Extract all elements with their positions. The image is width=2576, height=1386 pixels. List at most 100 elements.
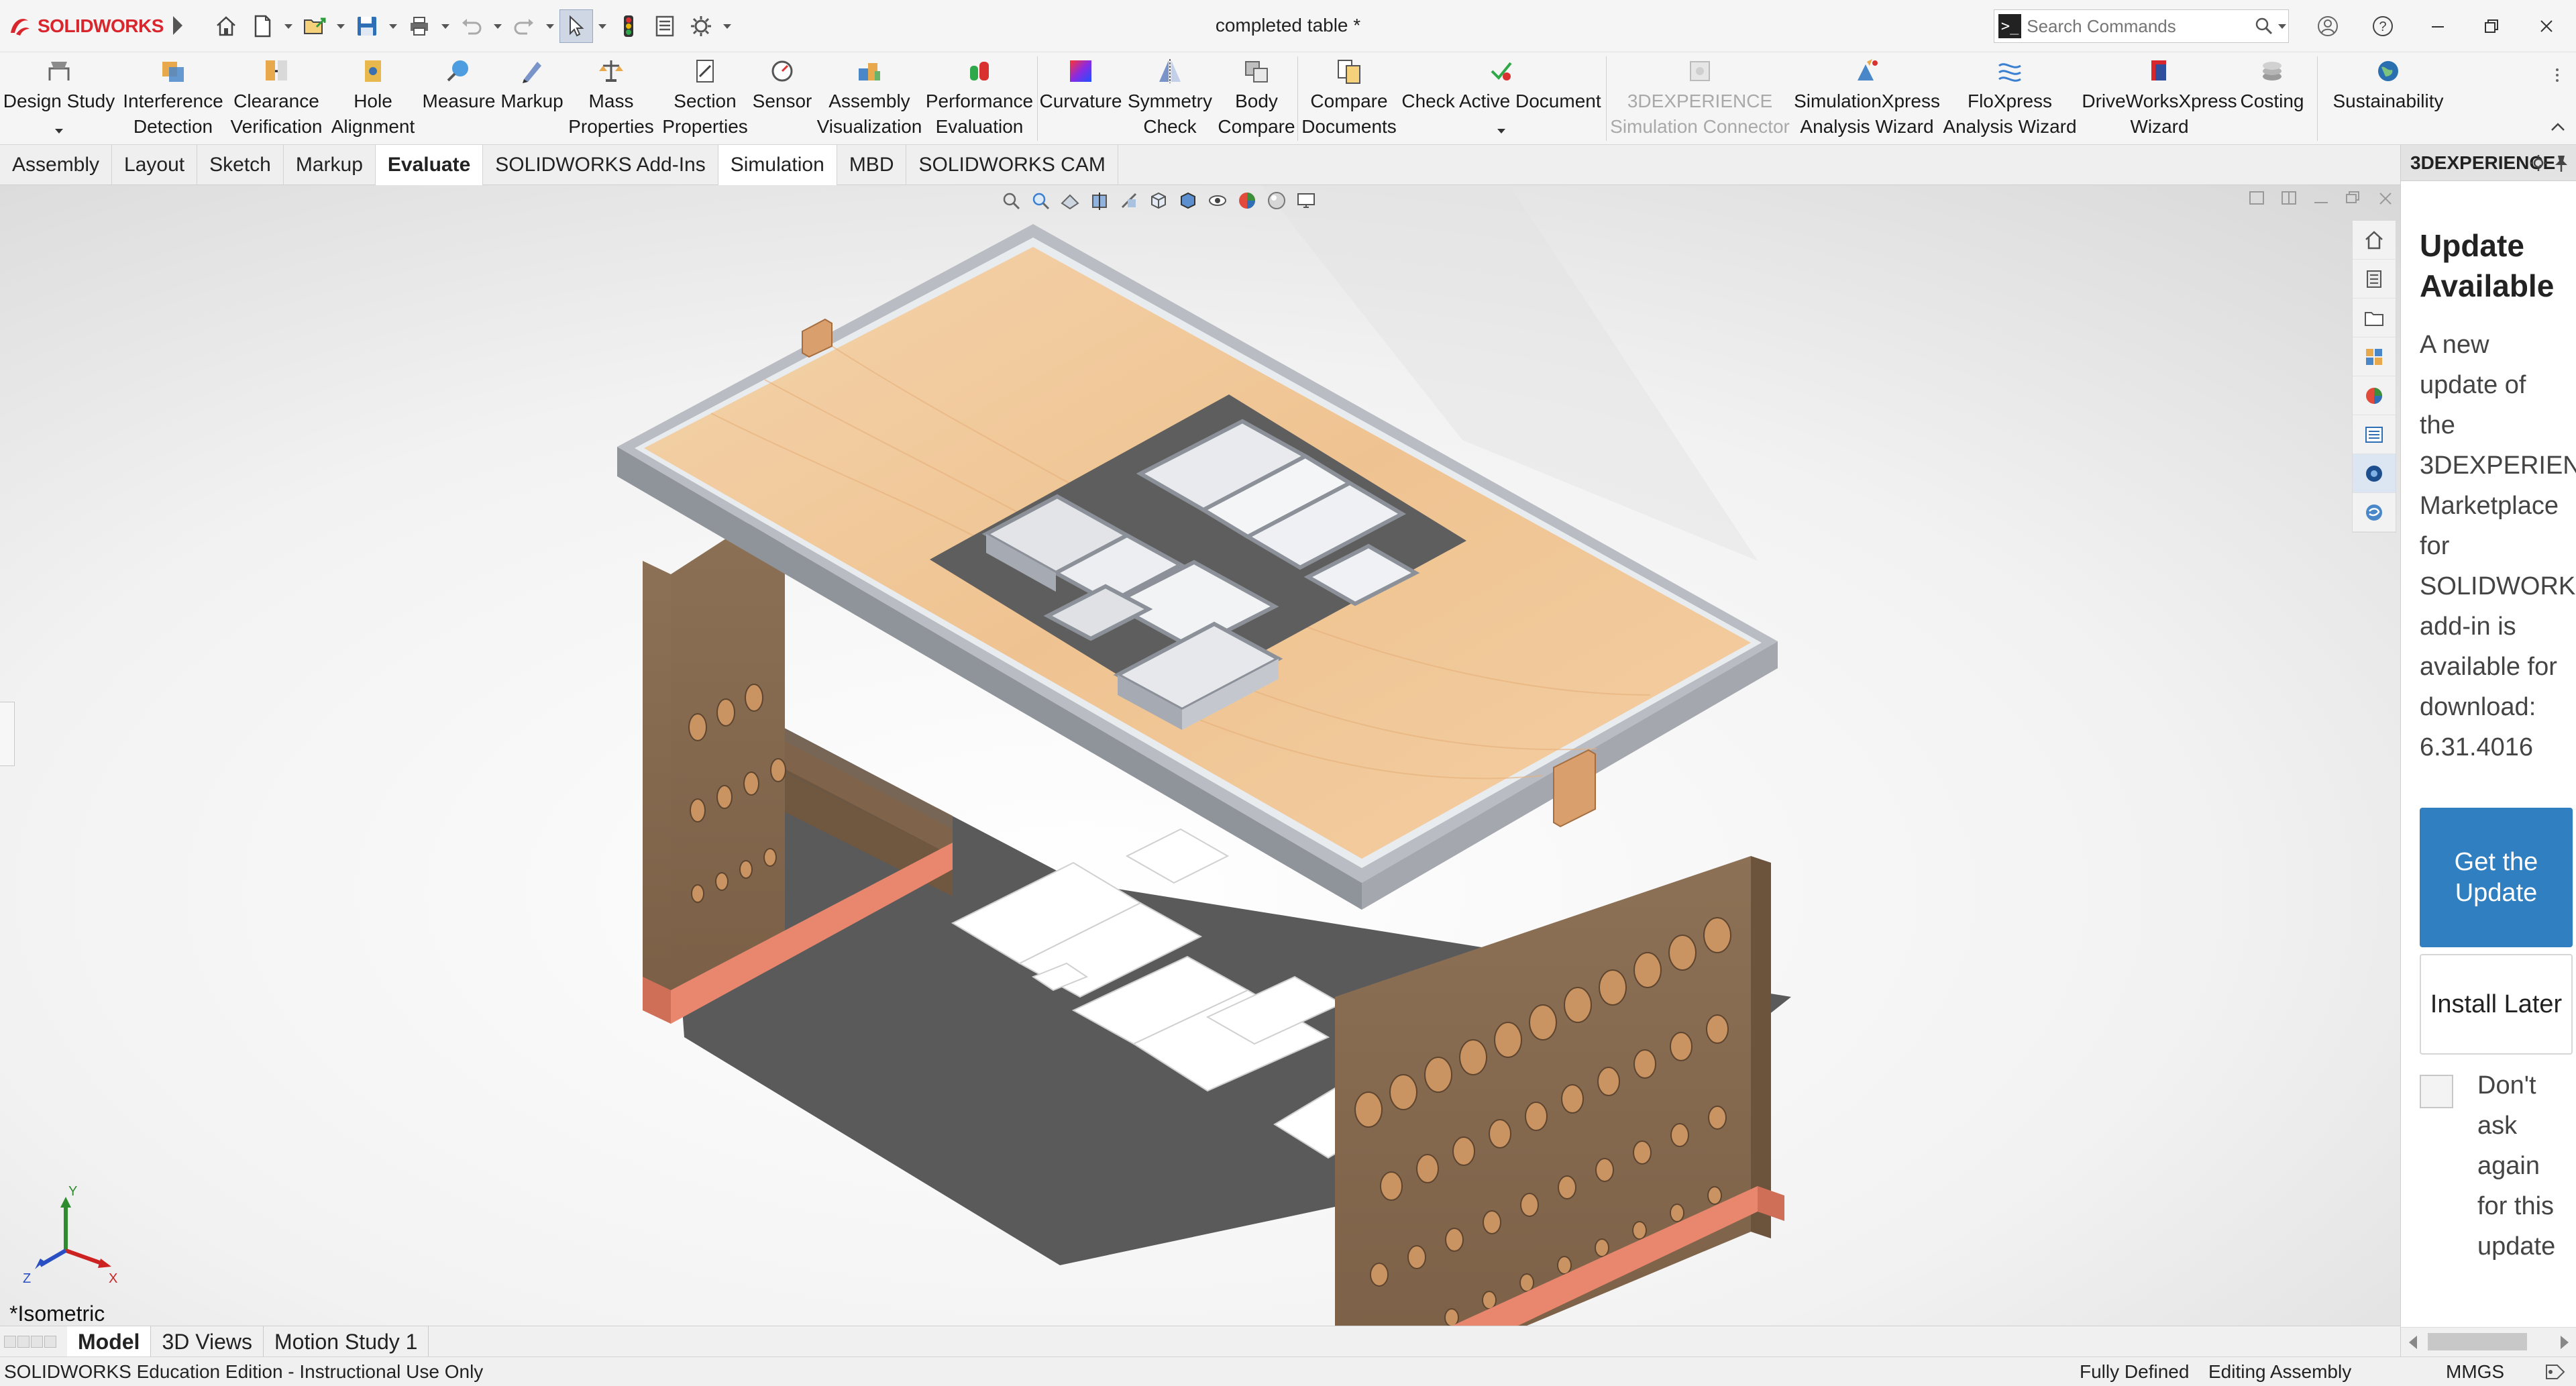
tp-tab-3dexperience[interactable] [2353, 454, 2396, 493]
measure-button[interactable]: Measure [421, 52, 496, 145]
rebuild-button[interactable] [612, 9, 645, 43]
help-button[interactable]: ? [2363, 9, 2403, 43]
tab-markup[interactable]: Markup [284, 145, 376, 185]
body-compare-button[interactable]: Body Compare [1217, 52, 1296, 145]
scroll-left-arrow[interactable] [2409, 1336, 2417, 1349]
gear-icon[interactable] [2528, 153, 2548, 173]
scroll-right-arrow[interactable] [2561, 1336, 2569, 1349]
hide-show-items-button[interactable] [1205, 188, 1230, 213]
symmetry-check-button[interactable]: Symmetry Check [1122, 52, 1218, 145]
options-button[interactable] [684, 9, 718, 43]
save-button[interactable] [350, 9, 384, 43]
3dexperience-simulation-connector-button[interactable]: 3DEXPERIENCE Simulation Connector [1609, 52, 1791, 145]
display-style-button[interactable] [1175, 188, 1201, 213]
previous-view-button[interactable] [1057, 188, 1083, 213]
restore-button[interactable] [2471, 9, 2512, 43]
split-icon[interactable] [2274, 185, 2304, 212]
ribbon-overflow-icon[interactable] [2549, 67, 2565, 83]
user-account-button[interactable] [2308, 9, 2348, 43]
unit-system-selector[interactable]: MMGS [2446, 1361, 2504, 1383]
scroll-thumb[interactable] [2428, 1333, 2527, 1350]
design-study-dropdown[interactable] [55, 129, 63, 134]
undo-button[interactable] [455, 9, 488, 43]
task-pane-horizontal-scrollbar[interactable] [2401, 1327, 2576, 1356]
tp-tab-solidworks-forum[interactable] [2353, 493, 2396, 532]
menu-expand-icon[interactable] [173, 16, 182, 35]
hole-alignment-button[interactable]: Hole Alignment [327, 52, 419, 145]
print-dropdown[interactable] [439, 9, 452, 43]
dont-ask-checkbox[interactable] [2420, 1075, 2453, 1108]
performance-evaluation-button[interactable]: Performance Evaluation [924, 52, 1034, 145]
tab-layout[interactable]: Layout [112, 145, 198, 185]
tags-icon[interactable] [2542, 1360, 2569, 1383]
section-view-button[interactable] [1087, 188, 1112, 213]
mass-properties-button[interactable]: Mass Properties [568, 52, 654, 145]
tab-evaluate[interactable]: Evaluate [375, 145, 484, 185]
undo-dropdown[interactable] [491, 9, 504, 43]
tab-model[interactable]: Model [67, 1326, 152, 1357]
close-button[interactable] [2526, 9, 2567, 43]
curvature-button[interactable]: Curvature [1040, 52, 1122, 145]
view-orientation-button[interactable] [1146, 188, 1171, 213]
zoom-to-fit-button[interactable] [998, 188, 1024, 213]
print-button[interactable] [402, 9, 436, 43]
collapse-ribbon-icon[interactable] [2549, 119, 2567, 136]
edit-appearance-button[interactable] [1234, 188, 1260, 213]
search-commands-box[interactable]: >_ [1994, 9, 2289, 43]
graphics-area[interactable]: Y X Z *Isometric [0, 185, 2400, 1326]
search-icon[interactable] [2251, 11, 2277, 41]
tile-icon[interactable] [2242, 185, 2271, 212]
home-button[interactable] [209, 9, 243, 43]
doc-minimize-icon[interactable] [2306, 185, 2336, 212]
options-dropdown[interactable] [720, 9, 734, 43]
view-settings-button[interactable] [1293, 188, 1319, 213]
search-options-dropdown[interactable] [2277, 9, 2288, 43]
tab-mbd[interactable]: MBD [837, 145, 907, 185]
floxpress-analysis-wizard-button[interactable]: FloXpress Analysis Wizard [1937, 52, 2082, 145]
doc-restore-icon[interactable] [2339, 185, 2368, 212]
file-properties-button[interactable] [648, 9, 682, 43]
solidworks-logo[interactable]: SOLIDWORKS [7, 12, 164, 40]
tab-3d-views[interactable]: 3D Views [151, 1326, 264, 1357]
tp-tab-view-palette[interactable] [2353, 337, 2396, 376]
feature-manager-expand-handle[interactable] [0, 702, 15, 766]
select-button[interactable] [559, 9, 593, 43]
get-update-button[interactable]: Get the Update [2420, 808, 2573, 947]
minimize-button[interactable] [2418, 9, 2458, 43]
dynamic-annotation-button[interactable] [1116, 188, 1142, 213]
simulationxpress-analysis-wizard-button[interactable]: SimulationXpress Analysis Wizard [1791, 52, 1943, 145]
redo-button[interactable] [507, 9, 541, 43]
open-dropdown[interactable] [334, 9, 347, 43]
search-input[interactable] [2027, 15, 2252, 37]
check-active-document-dropdown[interactable] [1497, 129, 1505, 134]
clearance-verification-button[interactable]: Clearance Verification [228, 52, 325, 145]
doc-close-icon[interactable] [2371, 185, 2400, 212]
tab-assembly[interactable]: Assembly [0, 145, 113, 185]
markup-button[interactable]: Markup [496, 52, 568, 145]
sustainability-button[interactable]: Sustainability [2321, 52, 2455, 145]
assembly-visualization-button[interactable]: Assembly Visualization [814, 52, 924, 145]
open-button[interactable] [298, 9, 331, 43]
sensor-button[interactable]: Sensor [747, 52, 817, 145]
new-document-button[interactable] [246, 9, 279, 43]
redo-dropdown[interactable] [543, 9, 557, 43]
compare-documents-button[interactable]: Compare Documents [1300, 52, 1398, 145]
select-dropdown[interactable] [596, 9, 609, 43]
driveworksxpress-wizard-button[interactable]: DriveWorksXpress Wizard [2077, 52, 2242, 145]
tab-simulation[interactable]: Simulation [718, 145, 837, 185]
tp-tab-custom-properties[interactable] [2353, 415, 2396, 454]
tab-motion-study-1[interactable]: Motion Study 1 [264, 1326, 429, 1357]
tp-tab-appearances[interactable] [2353, 376, 2396, 415]
tp-tab-solidworks-resources[interactable] [2353, 221, 2396, 260]
tab-solidworks-add-ins[interactable]: SOLIDWORKS Add-Ins [483, 145, 718, 185]
tab-sketch[interactable]: Sketch [197, 145, 284, 185]
install-later-button[interactable]: Install Later [2420, 954, 2573, 1055]
pin-icon[interactable] [2551, 153, 2571, 173]
new-dropdown[interactable] [282, 9, 295, 43]
tab-solidworks-cam[interactable]: SOLIDWORKS CAM [906, 145, 1118, 185]
tab-scroll-arrows[interactable] [0, 1326, 67, 1357]
apply-scene-button[interactable] [1264, 188, 1289, 213]
costing-button[interactable]: Costing [2235, 52, 2309, 145]
section-properties-button[interactable]: Section Properties [655, 52, 755, 145]
tp-tab-file-explorer[interactable] [2353, 299, 2396, 337]
